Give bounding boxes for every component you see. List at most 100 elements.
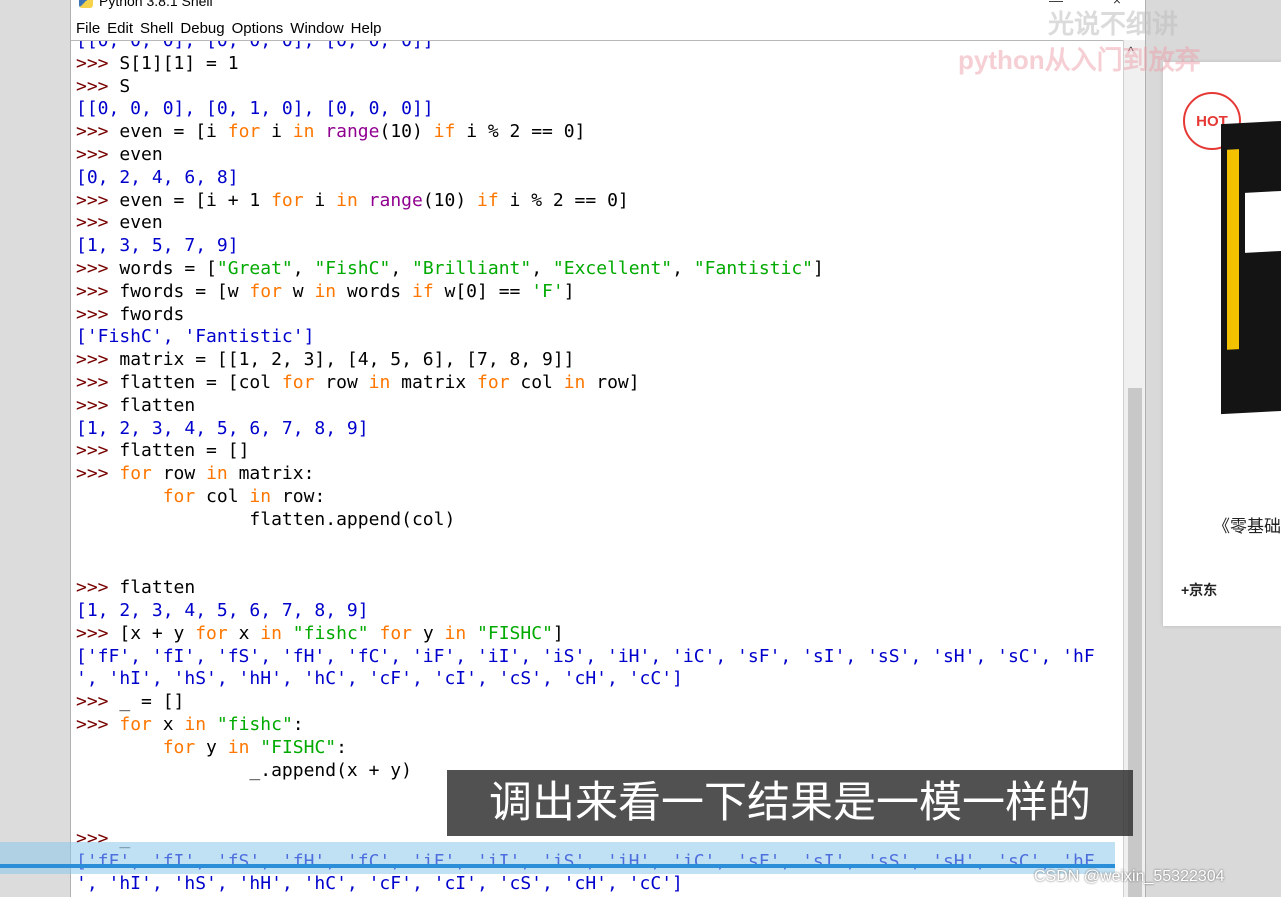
menu-debug[interactable]: Debug [180,20,224,37]
code-token: >>> [76,349,120,371]
code-token: words [336,280,412,302]
desktop-background [0,0,70,897]
menu-help[interactable]: Help [351,20,382,37]
code-token: in [444,622,467,644]
code-token: fwords [119,303,185,325]
code-token: even = [i + 1 [119,189,272,211]
code-line: >>> words = ["Great", "FishC", "Brillian… [76,258,1095,281]
code-token: "Excellent" [552,257,673,279]
menu-edit[interactable]: Edit [107,20,133,37]
code-token: >>> [76,52,120,74]
book-title[interactable]: 《零基础 [1213,512,1281,537]
code-token: >>> [76,189,120,211]
code-token: matrix = [[1, 2, 3], [4, 5, 6], [7, 8, 9… [119,349,575,371]
code-token: for [477,371,510,393]
menu-bar: File Edit Shell Debug Options Window Hel… [71,16,1145,40]
code-token: for [271,189,304,211]
csdn-credit: CSDN @weixin_55322304 [1034,868,1225,885]
code-token: >>> [76,371,120,393]
code-token: [1, 3, 5, 7, 9] [76,235,239,257]
code-token: i % 2 == 0] [455,121,586,143]
watermark-line2: python从入门到放弃 [958,45,1201,75]
code-token: _.append(x + y) [76,759,412,781]
code-token: row] [585,371,640,393]
code-line: flatten.append(col) [76,509,1095,532]
code-token: "FishC" [314,257,391,279]
code-token: >>> [76,622,120,644]
code-token: flatten = [] [119,440,250,462]
code-token: flatten = [col [119,371,282,393]
code-token: : [292,713,304,735]
code-line: >>> fwords [76,304,1095,327]
window-title: Python 3.8.1 Shell [99,0,213,9]
code-line: >>> for x in "fishc": [76,714,1095,737]
book-spine-strip [1227,149,1239,350]
code-token: [1, 2, 3, 4, 5, 6, 7, 8, 9] [76,599,369,621]
code-token: for [119,463,152,485]
code-token: ', 'hI', 'hS', 'hH', 'hC', 'cF', 'cI', '… [76,668,683,690]
code-line: for col in row: [76,486,1095,509]
menu-options[interactable]: Options [232,20,284,37]
code-token: >>> [76,303,120,325]
code-token: , [672,257,694,279]
code-token: for [162,736,196,758]
code-token: i [303,189,337,211]
code-token: S [119,75,131,97]
book-cover-image [1221,119,1281,415]
code-token: [[0, 0, 0], [0, 0, 0], [0, 0, 0]] [76,40,434,51]
code-token: x [151,713,185,735]
code-token: >>> [76,713,120,735]
code-token: [1, 2, 3, 4, 5, 6, 7, 8, 9] [76,417,369,439]
code-token: : [336,736,347,758]
code-token: flatten.append(col) [76,508,456,530]
code-token: , [292,257,315,279]
code-token: range [325,121,380,143]
code-token: in [184,713,207,735]
code-token: [0, 2, 4, 6, 8] [76,166,239,188]
code-token: >>> [76,691,120,713]
code-line: for y in "FISHC": [76,737,1095,760]
code-token: even [119,212,163,234]
menu-file[interactable]: File [76,20,100,37]
book-label [1245,190,1281,253]
code-token: "FISHC" [477,622,553,644]
code-token: for [119,713,152,735]
code-token: ] [563,280,575,302]
code-token: y [412,622,445,644]
shell-text-area[interactable]: [[0, 0, 0], [0, 0, 0], [0, 0, 0]] >>> S[1… [71,40,1123,897]
code-token: in [260,622,282,644]
code-token: >>> [76,75,120,97]
code-token: (10) [379,121,434,143]
code-token: for [281,371,315,393]
code-token: x [227,622,261,644]
code-line: >>> even [76,144,1095,167]
menu-window[interactable]: Window [290,20,343,37]
code-line: >>> even = [i for i in range(10) if i % … [76,121,1095,144]
code-token: for [227,121,261,143]
code-line: [0, 2, 4, 6, 8] [76,167,1095,190]
code-token: in [227,736,250,758]
code-line: >>> flatten = [] [76,440,1095,463]
code-token: ['FishC', 'Fantistic'] [76,326,315,348]
code-token: row [151,463,207,485]
video-subtitle: 调出来看一下结果是一模一样的 [447,770,1133,836]
code-token: in [249,485,272,507]
code-line: >>> matrix = [[1, 2, 3], [4, 5, 6], [7, … [76,349,1095,372]
python-app-icon [79,0,93,8]
code-token: >>> [76,257,120,279]
code-token: in [292,121,315,143]
menu-shell[interactable]: Shell [140,20,173,37]
code-token: even = [i [119,121,228,143]
ad-panel[interactable]: HOT 《零基础 +京东 [1163,62,1281,626]
vertical-scrollbar[interactable]: ^ [1123,40,1145,897]
code-token: 'F' [531,280,564,302]
shell-output: [[0, 0, 0], [0, 0, 0], [0, 0, 0]] >>> S[1… [76,40,1095,896]
code-line: >>> [x + y for x in "fishc" for y in "FI… [76,623,1095,646]
code-line: >>> even [76,212,1095,235]
code-token: in [314,280,337,302]
